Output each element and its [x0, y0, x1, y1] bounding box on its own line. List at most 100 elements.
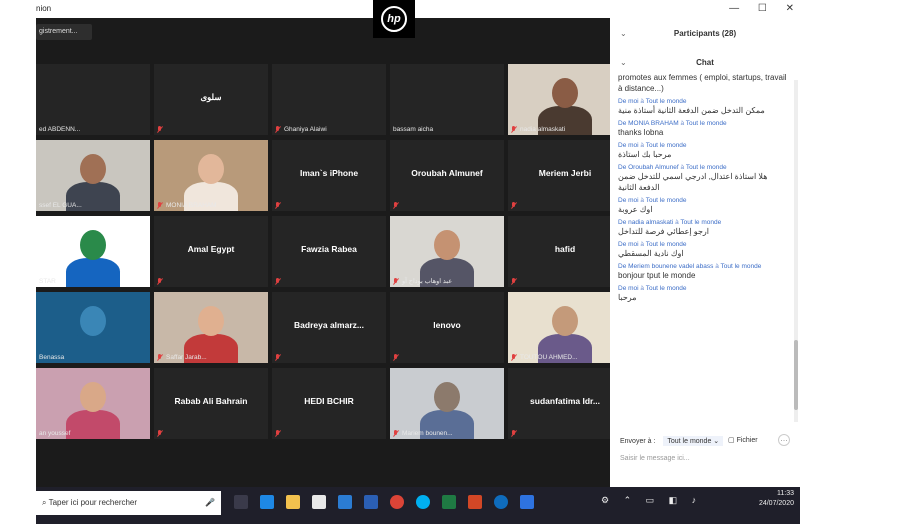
more-icon[interactable]: …: [778, 434, 790, 446]
chrome-icon[interactable]: [390, 495, 404, 509]
taskbar-search[interactable]: ⌕ Taper ici pour rechercher 🎤: [36, 491, 221, 515]
participant-photo: [36, 140, 150, 211]
video-tile[interactable]: an youssef: [36, 368, 150, 439]
video-tile[interactable]: Mariem bounen...: [390, 368, 504, 439]
mail-icon[interactable]: [338, 495, 352, 509]
video-tile[interactable]: sudanfatima Idr...: [508, 368, 622, 439]
edge-chromium-icon[interactable]: [494, 495, 508, 509]
participant-photo: [36, 368, 150, 439]
chat-message-text: thanks lobna: [618, 128, 664, 137]
video-tile[interactable]: ssef EL GUA...: [36, 140, 150, 211]
window-controls: — ☐ ✕: [713, 3, 794, 14]
video-tile[interactable]: Saffar Jarab...: [154, 292, 268, 363]
participant-caption: an youssef: [39, 430, 71, 437]
chat-message-header: De Oroubah Almunef à Tout le monde: [618, 164, 727, 171]
mic-muted-icon: [511, 354, 517, 361]
video-tile[interactable]: STAR: [36, 216, 150, 287]
participant-name: Rabab Ali Bahrain: [174, 396, 248, 406]
chat-message-text: ارجو إعطائي فرصة للتداخل: [618, 227, 709, 236]
explorer-icon[interactable]: [286, 495, 300, 509]
video-tile[interactable]: bassam aicha: [390, 64, 504, 135]
video-tile[interactable]: عبد اوهاب بوداح آو: [390, 216, 504, 287]
video-tile[interactable]: Ghaniya Alaiwi: [272, 64, 386, 135]
chat-message: De moi à Tout le monde مرحبا بك استاذة: [618, 142, 790, 160]
chat-message-header: De nadia almaskati à Tout le monde: [618, 219, 722, 226]
recording-button[interactable]: gistrement...: [36, 24, 92, 40]
participant-caption: bassam aicha: [393, 126, 434, 133]
mic-muted-icon: [157, 126, 163, 133]
participants-header[interactable]: ⌄ Participants (28): [610, 27, 800, 41]
store-icon[interactable]: [312, 495, 326, 509]
task-view-icon[interactable]: [234, 495, 248, 509]
video-tile[interactable]: ed ABDENN...: [36, 64, 150, 135]
video-tile[interactable]: MONIA BRAHAM: [154, 140, 268, 211]
chat-message-text: ممكن التدخل ضمن الدفعة الثانية أستاذة من…: [618, 106, 765, 115]
participant-name: Fawzia Rabea: [301, 244, 357, 254]
video-tile[interactable]: HEDI BCHIR: [272, 368, 386, 439]
microphone-icon[interactable]: 🎤: [205, 491, 215, 515]
webex-icon[interactable]: [520, 495, 534, 509]
participant-name: Oroubah Almunef: [411, 168, 483, 178]
mic-muted-icon: [393, 278, 399, 285]
minimize-icon[interactable]: —: [729, 3, 739, 14]
mic-muted-icon: [393, 430, 399, 437]
system-tray-icons[interactable]: ⚙ ⌃ ▭ ◧ ♪: [601, 495, 702, 506]
chat-message-text: هلا استاذة اعتدال, ادرجي اسمي للتدخل ضمن…: [618, 172, 768, 192]
video-tile[interactable]: Fawzia Rabea: [272, 216, 386, 287]
chat-message: De Meriem bounene vadel abass à Tout le …: [618, 263, 790, 281]
window-title: nion: [36, 4, 52, 13]
search-icon: ⌕: [42, 498, 47, 507]
video-grid: ed ABDENN... سلوى Ghaniya Alaiwi bassam aic…: [36, 64, 622, 474]
video-tile[interactable]: TOUTOU AHMED...: [508, 292, 622, 363]
chat-message: De nadia almaskati à Tout le monde ارجو إ…: [618, 219, 790, 237]
send-to-label: Envoyer à :: [620, 438, 656, 445]
participant-caption: STAR: [39, 278, 56, 285]
participant-photo: [36, 292, 150, 363]
excel-icon[interactable]: [442, 495, 456, 509]
chat-message: promotes aux femmes ( emploi, startups, …: [618, 72, 790, 94]
participant-photo: [36, 216, 150, 287]
send-to-dropdown[interactable]: Tout le monde ⌄: [663, 436, 724, 446]
video-tile[interactable]: Badreya almarz...: [272, 292, 386, 363]
chat-message: De Oroubah Almunef à Tout le monde هلا اس…: [618, 164, 790, 193]
powerpoint-icon[interactable]: [468, 495, 482, 509]
word-icon[interactable]: [364, 495, 378, 509]
participant-caption: MONIA BRAHAM: [166, 202, 217, 209]
edge-icon[interactable]: [260, 495, 274, 509]
mic-muted-icon: [275, 354, 281, 361]
mic-muted-icon: [511, 430, 517, 437]
participant-name: lenovo: [433, 320, 461, 330]
clock[interactable]: 11:33 24/07/2020: [759, 489, 794, 509]
chat-message-text: promotes aux femmes ( emploi, startups, …: [618, 73, 787, 93]
close-icon[interactable]: ✕: [786, 3, 794, 14]
chat-message: De moi à Tout le monde اوك عروبة: [618, 197, 790, 215]
participant-photo: [508, 292, 622, 363]
chat-message: De MONIA BRAHAM à Tout le monde thanks lo…: [618, 120, 790, 138]
side-panel: — ☐ ✕ ⌄ Participants (28) ⌄ Chat promote…: [610, 0, 800, 487]
participant-name: hafid: [554, 244, 576, 254]
video-tile[interactable]: Meriem Jerbi: [508, 140, 622, 211]
hp-logo: hp: [373, 0, 415, 38]
participant-name: Iman`s iPhone: [299, 168, 359, 178]
chat-header[interactable]: ⌄ Chat: [610, 56, 800, 70]
video-tile[interactable]: Iman`s iPhone: [272, 140, 386, 211]
video-tile[interactable]: سلوى: [154, 64, 268, 135]
video-tile[interactable]: Oroubah Almunef: [390, 140, 504, 211]
send-to: Envoyer à : Tout le monde ⌄: [620, 436, 724, 446]
chat-message-header: De moi à Tout le monde: [618, 285, 687, 292]
skype-icon[interactable]: [416, 495, 430, 509]
video-tile[interactable]: Amal Egypt: [154, 216, 268, 287]
chat-message-text: مرحبا بك استاذة: [618, 150, 672, 159]
video-tile[interactable]: hafid: [508, 216, 622, 287]
chat-scrollbar[interactable]: [794, 80, 798, 422]
video-tile[interactable]: lenovo: [390, 292, 504, 363]
video-tile[interactable]: Rabab Ali Bahrain: [154, 368, 268, 439]
participant-caption: nadia almaskati: [520, 126, 566, 133]
video-tile[interactable]: nadia almaskati: [508, 64, 622, 135]
mic-muted-icon: [393, 202, 399, 209]
video-tile[interactable]: Benassa: [36, 292, 150, 363]
message-input[interactable]: Saisir le message ici...: [620, 455, 690, 462]
chat-message-text: مرحبا: [618, 293, 637, 302]
maximize-icon[interactable]: ☐: [758, 3, 767, 14]
file-button[interactable]: ▢ Fichier: [728, 436, 758, 444]
